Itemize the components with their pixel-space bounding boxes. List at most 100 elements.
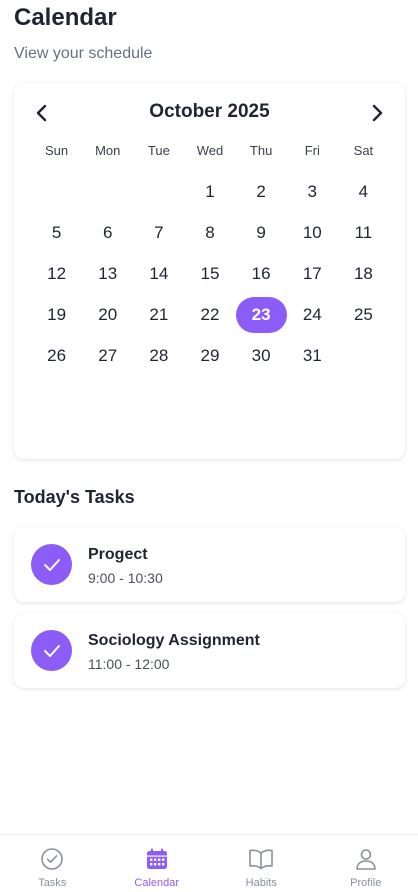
day-number: 27 — [98, 345, 118, 365]
day-cell[interactable]: 2 — [236, 171, 287, 212]
calendar-icon — [144, 846, 170, 872]
weekday-label: Tue — [147, 143, 170, 158]
day-number: 7 — [154, 222, 164, 242]
day-cell[interactable]: 15 — [184, 253, 235, 294]
day-cell[interactable]: 18 — [338, 253, 389, 294]
calendar-header: October 2025 — [14, 99, 405, 127]
checkmark-icon — [43, 558, 60, 571]
day-number: 4 — [358, 181, 369, 201]
day-cell[interactable]: 16 — [236, 253, 287, 294]
day-cell[interactable]: 31 — [287, 335, 338, 376]
next-month-button[interactable] — [363, 99, 391, 127]
day-number: 24 — [302, 304, 322, 324]
weekday-label: Fri — [304, 143, 320, 158]
task-title: Sociology Assignment — [88, 632, 260, 649]
day-cell[interactable]: 30 — [236, 335, 287, 376]
page-title: Calendar — [14, 4, 117, 31]
weekday-label: Thu — [249, 143, 273, 158]
task-time: 9:00 - 10:30 — [88, 570, 163, 586]
task-complete-toggle[interactable] — [31, 630, 72, 671]
task-title: Progect — [88, 546, 148, 563]
empty-day-cell — [133, 171, 184, 212]
bottom-navigation: Tasks Calendar Habits Profile — [0, 834, 418, 892]
weekday-label: Wed — [196, 143, 224, 158]
task-card[interactable]: Progect 9:00 - 10:30 — [14, 527, 405, 602]
weekday-label: Mon — [95, 143, 121, 158]
calendar-card: October 2025 Sun Mon Tue Wed Thu Fri Sat 12345… — [14, 83, 405, 459]
selected-day-cell[interactable]: 23 — [235, 294, 287, 335]
chevron-right-icon — [372, 104, 383, 122]
day-number: 21 — [149, 304, 169, 324]
nav-label: Habits — [245, 877, 277, 889]
weekday-label: Sat — [353, 143, 374, 158]
book-open-icon — [248, 846, 274, 872]
day-number: 20 — [98, 304, 118, 324]
task-complete-toggle[interactable] — [31, 544, 72, 585]
weekday-header-row: Sun Mon Tue Wed Thu Fri Sat — [31, 143, 389, 159]
day-number: 2 — [256, 181, 266, 201]
day-cell[interactable]: 6 — [82, 212, 133, 253]
page-subtitle: View your schedule — [14, 45, 153, 62]
day-cell[interactable]: 1 — [184, 171, 235, 212]
day-number: 19 — [47, 304, 67, 324]
nav-item-profile[interactable]: Profile — [314, 835, 418, 892]
day-cell[interactable]: 25 — [338, 294, 389, 335]
day-cell[interactable]: 26 — [31, 335, 82, 376]
day-cell[interactable]: 9 — [236, 212, 287, 253]
calendar-days-grid: 1 2 3 4 5 6 7 8 9 10 11 12 13 14 15 16 17 18 19 20 21 22 23 24 2… — [31, 171, 389, 376]
nav-item-habits[interactable]: Habits — [209, 835, 314, 892]
day-cell[interactable]: 21 — [133, 294, 184, 335]
day-number: 15 — [200, 263, 220, 283]
day-number: 9 — [256, 222, 266, 242]
day-cell[interactable]: 10 — [287, 212, 338, 253]
day-number: 3 — [307, 181, 317, 201]
month-label: October 2025 — [149, 101, 270, 122]
day-cell[interactable]: 7 — [133, 212, 184, 253]
day-number: 12 — [47, 263, 67, 283]
day-number: 5 — [51, 222, 62, 242]
nav-item-calendar[interactable]: Calendar — [105, 835, 210, 892]
day-number: 30 — [251, 345, 271, 365]
nav-item-tasks[interactable]: Tasks — [0, 835, 105, 892]
day-number: 13 — [98, 263, 118, 283]
day-cell[interactable]: 17 — [287, 253, 338, 294]
day-number: 17 — [302, 263, 322, 283]
day-number: 11 — [354, 222, 373, 242]
day-number: 1 — [205, 181, 215, 201]
day-number: 23 — [235, 296, 287, 333]
day-cell[interactable]: 27 — [82, 335, 133, 376]
day-number: 22 — [200, 304, 220, 324]
day-number: 16 — [251, 263, 271, 283]
day-number: 25 — [353, 304, 373, 324]
day-cell[interactable]: 5 — [31, 212, 82, 253]
day-cell[interactable]: 8 — [184, 212, 235, 253]
day-cell[interactable]: 28 — [133, 335, 184, 376]
day-number: 31 — [302, 345, 322, 365]
day-cell[interactable]: 3 — [287, 171, 338, 212]
user-icon — [353, 846, 379, 872]
nav-label: Calendar — [134, 877, 180, 889]
day-cell[interactable]: 14 — [133, 253, 184, 294]
day-cell[interactable]: 11 — [338, 212, 389, 253]
nav-label: Tasks — [38, 877, 67, 889]
check-circle-icon — [39, 846, 65, 872]
task-card[interactable]: Sociology Assignment 11:00 - 12:00 — [14, 613, 405, 688]
day-cell[interactable]: 4 — [338, 171, 389, 212]
day-cell[interactable]: 20 — [82, 294, 133, 335]
day-number: 6 — [102, 222, 113, 242]
day-number: 14 — [149, 263, 169, 283]
day-cell[interactable]: 22 — [184, 294, 235, 335]
day-cell[interactable]: 24 — [287, 294, 338, 335]
day-number: 26 — [47, 345, 67, 365]
checkmark-icon — [43, 644, 60, 657]
day-number: 8 — [205, 222, 215, 242]
day-number: 18 — [353, 263, 373, 283]
day-cell[interactable]: 12 — [31, 253, 82, 294]
empty-day-cell — [31, 171, 82, 212]
nav-label: Profile — [350, 877, 382, 889]
empty-day-cell — [82, 171, 133, 212]
day-cell[interactable]: 13 — [82, 253, 133, 294]
day-cell[interactable]: 19 — [31, 294, 82, 335]
day-cell[interactable]: 29 — [184, 335, 235, 376]
day-number: 29 — [200, 345, 220, 365]
